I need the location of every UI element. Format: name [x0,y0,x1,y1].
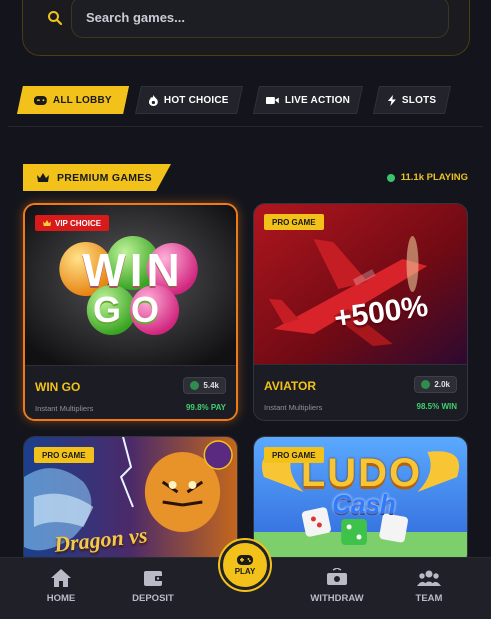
home-icon [51,569,71,587]
game-title: AVIATOR [264,379,317,393]
tab-all-lobby[interactable]: ALL LOBBY [17,86,129,114]
vip-badge: VIP CHOICE [35,215,110,231]
player-count-badge: 5.4k [183,377,226,394]
tab-label: SLOTS [401,94,437,106]
status-dot-icon [421,380,431,389]
search-panel [22,0,470,56]
nav-deposit[interactable]: DEPOSIT [113,568,193,604]
lightning-icon [387,94,396,106]
fire-icon [149,94,159,106]
wallet-icon [144,571,163,586]
withdraw-money-icon [327,568,347,585]
cash-art-word: Cash [332,489,396,519]
pro-badge: PRO GAME [34,447,94,463]
section-title-banner: PREMIUM GAMES [23,164,171,191]
nav-label: HOME [46,593,76,604]
card-info: AVIATOR Instant Multipliers 2.0k 98.5% W… [254,364,467,420]
tab-hot-choice[interactable]: HOT CHOICE [135,86,243,114]
tab-live-action[interactable]: LIVE ACTION [253,86,363,114]
video-camera-icon [265,96,279,104]
badge-label: PRO GAME [272,217,316,227]
tab-label: LIVE ACTION [284,94,351,106]
crown-icon [37,173,49,182]
win-go-art-word-2: GO [92,289,169,330]
nav-label: WITHDRAW [310,593,364,604]
crown-icon [43,220,51,226]
nav-label: DEPOSIT [132,593,174,604]
search-icon [48,11,63,26]
tab-label: HOT CHOICE [164,94,229,106]
player-count-badge: 2.0k [414,376,457,393]
game-card-aviator[interactable]: +500% PRO GAME AVIATOR Instant Multiplie… [253,203,468,421]
badge-label: VIP CHOICE [55,218,102,228]
badge-label: PRO GAME [272,450,316,460]
playing-label: 11.1k PLAYING [400,172,468,183]
team-icon [417,570,441,586]
divider [8,126,483,127]
game-card-ludo-cash[interactable]: LUDO Cash PRO GAME [253,436,468,566]
game-card-win-go[interactable]: WIN GO VIP CHOICE WIN GO Instant Multipl… [23,203,238,421]
nav-withdraw[interactable]: WITHDRAW [297,568,377,604]
game-subtitle: Instant Multipliers [264,403,323,412]
nav-label: TEAM [415,593,443,604]
gamepad-icon [237,554,253,565]
tab-label: ALL LOBBY [53,94,112,106]
game-title: WIN GO [35,380,81,394]
card-info: WIN GO Instant Multipliers 5.4k 99.8% PA… [25,365,236,419]
section-title: PREMIUM GAMES [57,171,152,184]
play-button[interactable]: PLAY [220,540,270,590]
game-subtitle: Instant Multipliers [35,404,94,413]
nav-home[interactable]: HOME [21,568,101,604]
pro-badge: PRO GAME [264,214,324,230]
category-tabs: ALL LOBBY HOT CHOICE LIVE ACTION SLOTS [0,86,491,118]
pro-badge: PRO GAME [264,447,324,463]
game-card-dragon-tiger[interactable]: Dragon vs PRO GAME [23,436,238,566]
payout-rate: 98.5% WIN [416,402,457,411]
playing-count: 11.1k PLAYING [386,172,468,183]
status-dot-icon [190,381,200,390]
nav-team[interactable]: TEAM [389,568,469,604]
tab-slots[interactable]: SLOTS [373,86,451,114]
player-count: 5.4k [203,381,219,390]
player-count: 2.0k [434,380,450,389]
online-dot-icon [386,173,395,182]
search-input[interactable] [71,0,449,38]
gamepad-icon [34,95,48,105]
badge-label: PRO GAME [42,450,86,460]
payout-rate: 99.8% PAY [185,403,226,412]
play-label: PLAY [234,566,256,576]
